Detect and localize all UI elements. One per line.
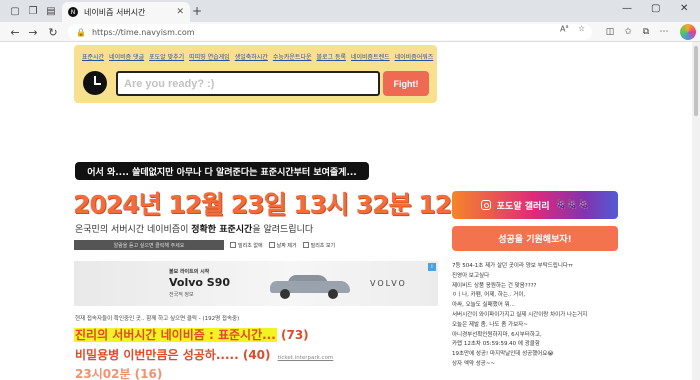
list-item[interactable]: 23시02분 (16) [75,365,162,380]
ad-info-icon[interactable]: i [428,263,436,271]
collections-icon[interactable]: ⧉ [640,26,652,38]
option-show-ms[interactable]: 밀리초 보기 [302,242,336,249]
lock-icon[interactable]: 🔒 [76,28,86,37]
option-no-ms[interactable]: 밀리초 없애 [230,242,263,249]
entry-title: 23시02분 [75,367,131,380]
forward-icon[interactable]: → [26,25,40,39]
chat-message: 서버시간이 와이파이가지고 실제 시간이랑 차이가 나는거지 [452,311,588,318]
favorite-star-icon[interactable]: ☆ [578,24,585,33]
tab-bar: ▢ ❐ ▤ N 네이비즘 서버시간 ✕ + — ▢ ✕ [0,0,700,22]
description-pre: 온국민의 서버시간 네이비즘이 [75,225,192,235]
chat-message: 오늘은 제발 좀, 나도 좀 가보자~ [452,321,528,328]
answer-input[interactable] [116,71,380,96]
vertical-tabs-icon[interactable]: ▤ [44,4,58,18]
list-item[interactable]: 비밀용병 이번만큼은 성공하..... (40) ticket.interpar… [75,346,333,363]
server-time: 2024년 12월 23일 13시 32분 12초 [73,190,474,219]
alarm-button[interactable]: 알람을 듣고 싶으면 클릭해 주세요 [74,240,224,250]
entry-count: (73) [280,328,309,342]
checkbox-icon[interactable] [302,242,309,248]
chat-message: 진영아 보고싶다 [452,272,490,279]
refresh-icon[interactable]: ↻ [46,25,60,39]
chat-message: 7등 504-1초 제가 살던 곳이라 양보 부탁드립니다ㅠ [452,263,574,269]
entry-title: 비밀용병 이번만큼은 성공하..... [75,348,239,362]
chat-message: 카랩 12초차 05:59:59.40 에 광클함 [452,341,540,348]
navyism-favicon-icon: N [68,7,78,17]
ad-title: Volvo S90 [169,276,231,289]
top-link[interactable]: 수능카운트다운 [273,52,312,61]
option-label: 밀리초 보기 [310,242,336,249]
grape-icon: 🍇🍇🍇 [555,200,590,210]
profile-avatar[interactable] [680,24,696,40]
close-window-icon[interactable]: ✕ [680,3,688,14]
chat-list: 7등 504-1초 제가 살던 곳이라 양보 부탁드립니다ㅠ 진영아 보고싶다제이… [452,262,652,370]
workspaces-icon[interactable]: ▢ [8,4,22,18]
checkbox-icon[interactable] [268,242,275,248]
top-link[interactable]: 표준시간 [82,52,104,61]
read-aloud-icon[interactable]: Aa [560,24,569,34]
url-text: https://time.navyism.com [91,27,195,37]
top-link[interactable]: 띠띠띵 연습게임 [189,52,230,61]
scrollbar[interactable] [692,42,700,380]
tab-navyism[interactable]: N 네이비즘 서버시간 ✕ [62,2,190,22]
ad-tagline: 볼보 라이트의 시작 [169,269,210,275]
ad-subtitle: 전국적 정보 [169,292,194,298]
instagram-icon [480,200,491,210]
options-row: 알람을 듣고 싶으면 클릭해 주세요 밀리초 없애 날짜 제거 밀리초 보기 [74,240,360,250]
minimize-icon[interactable]: — [622,3,632,14]
favorites-icon[interactable]: ✩ [622,26,634,38]
gallery-label: 포도알 갤러리 [496,201,550,212]
address-bar[interactable]: 🔒 https://time.navyism.com [68,24,592,40]
chat-message: ㅇㅣ나, 카펜, 어제, 하는.. 거이, [452,292,526,299]
option-label: 날짜 제거 [276,242,297,249]
chat-message: 제이비드 상품 응원하는 건 맞음???? [452,282,537,289]
car-image [270,275,350,299]
intro-banner-text: 어서 와.... 쓸데없지만 아무나 다 알려준다는 표준시간부터 보여줄게..… [87,167,357,178]
entry-title: 진리의 서버시간 네이비즘 : 표준시간... [74,328,277,342]
option-hide-date[interactable]: 날짜 제거 [268,242,297,249]
gallery-button[interactable]: 포도알 갤러리 🍇🍇🍇 [452,191,618,219]
back-icon[interactable]: ← [8,25,22,39]
top-link[interactable]: 포도알 맞추기 [149,52,184,61]
checkbox-icon[interactable] [230,242,236,248]
entry-source-link[interactable]: ticket.interpark.com [278,355,334,361]
top-links: 표준시간 네이비즘 댓글 포도알 맞추기 띠띠띵 연습게임 생일축하시간 수능카운트다운 블… [82,52,433,61]
new-tab-icon[interactable]: + [192,4,202,18]
top-link[interactable]: 네이비즘 댓글 [109,52,144,61]
chat-message: 아싸, 오늘도 실패했어 뭐... [452,302,515,309]
intro-banner: 어서 와.... 쓸데없지만 아무나 다 알려준다는 표준시간부터 보여줄게..… [75,162,369,180]
maximize-icon[interactable]: ▢ [651,3,660,14]
list-item[interactable]: 진리의 서버시간 네이비즘 : 표준시간... (73) [74,326,309,343]
top-link[interactable]: 네이비즘어워즈 [395,52,434,61]
chat-message: 19초만에 성공! 마지막날인데 성공했어요😭 [452,351,554,358]
option-label: 밀리초 없애 [238,242,263,249]
tab-title: 네이비즘 서버시간 [84,7,146,17]
volvo-ad[interactable]: 볼보 라이트의 시작 Volvo S90 전국적 정보 VOLVO i [74,261,438,306]
chat-message: 상자 엑약 성공~~ [452,360,496,367]
tab-actions-icon[interactable]: ❐ [26,4,40,18]
entry-count: (16) [134,367,163,380]
description-bold: 정확한 표준시간 [191,225,253,235]
description-post: 을 알려드립니다 [252,225,314,235]
ad-brand: VOLVO [370,279,407,288]
cheer-button[interactable]: 성공을 기원해보자! [452,226,618,251]
browser-toolbar: ← → ↻ 🔒 https://time.navyism.com Aa ☆ ◫ … [0,22,700,42]
chat-message: 아니경부선확인원하지마, 6시부터하고, [452,331,542,338]
split-screen-icon[interactable]: ◫ [604,26,616,38]
top-link[interactable]: 네이비즘트렌드 [351,52,390,61]
more-icon[interactable]: ⋯ [658,26,670,38]
entry-count: (40) [242,348,271,362]
top-panel: 표준시간 네이비즘 댓글 포도알 맞추기 띠띠띵 연습게임 생일축하시간 수능카운트다운 블… [74,45,437,103]
close-tab-icon[interactable]: ✕ [176,7,184,17]
top-link[interactable]: 블로그 등록 [316,52,346,61]
top-link[interactable]: 생일축하시간 [235,52,268,61]
live-note[interactable]: 현재 접속자들이 확인중인 곳.. 함께 하고 싶으면 클릭 - (192명 접… [75,314,239,322]
description: 온국민의 서버시간 네이비즘이 정확한 표준시간을 알려드립니다 [75,222,313,235]
clock-icon [83,71,107,95]
page-viewport: 표준시간 네이비즘 댓글 포도알 맞추기 띠띠띵 연습게임 생일축하시간 수능카운트다운 블… [0,42,700,380]
fight-button[interactable]: Fight! [383,71,429,96]
